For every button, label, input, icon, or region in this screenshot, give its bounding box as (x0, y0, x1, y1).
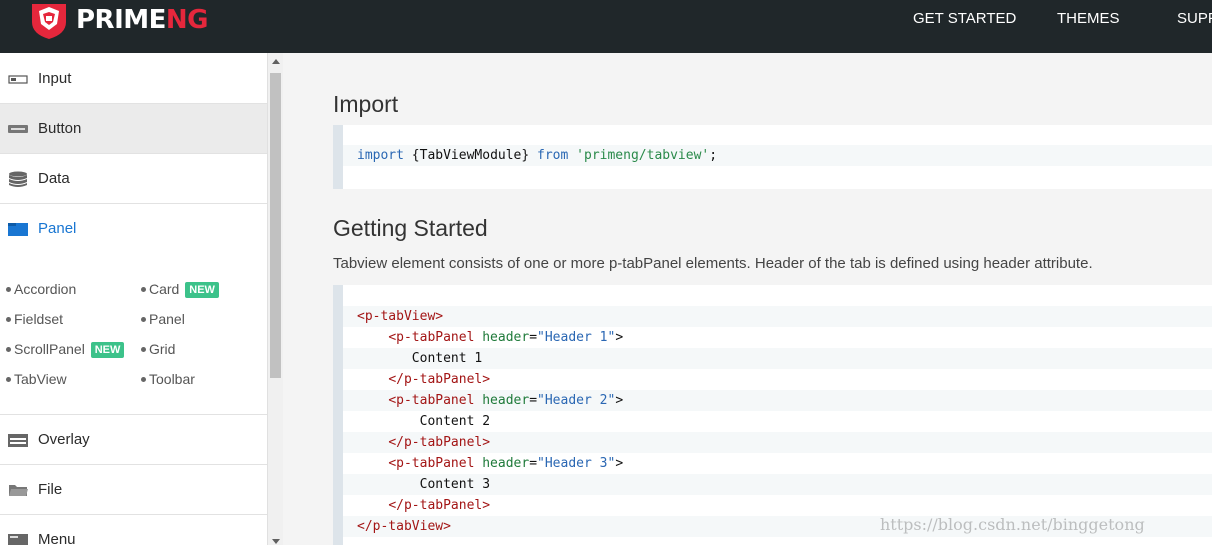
code-line: <p-tabPanel header="Header 3"> (388, 456, 624, 471)
overlay-icon (8, 434, 28, 447)
submenu-label: Accordion (14, 281, 77, 297)
submenu-fieldset[interactable]: Fieldset (6, 311, 63, 327)
description-text: Tabview element consists of one or more … (333, 255, 1093, 272)
code-line: </p-tabPanel> (388, 372, 491, 387)
sidebar-item-input[interactable]: Input (0, 54, 267, 104)
submenu-label: TabView (14, 371, 67, 387)
scroll-down-arrow-icon[interactable] (272, 539, 280, 544)
sidebar-item-label: File (38, 481, 63, 498)
bullet-icon (6, 286, 11, 292)
nav-get-started[interactable]: GET STARTED (913, 10, 1016, 27)
submenu-card[interactable]: Card NEW (141, 281, 219, 298)
sidebar-item-label: Menu (38, 531, 76, 545)
code-line: Content 2 (419, 414, 491, 429)
sidebar-item-button[interactable]: Button (0, 104, 267, 154)
sidebar-scrollbar[interactable] (267, 53, 283, 545)
submenu-panel[interactable]: Panel (141, 311, 185, 327)
database-icon (9, 171, 27, 187)
bullet-icon (141, 376, 146, 382)
bullet-icon (141, 346, 146, 352)
submenu-label: Grid (149, 341, 176, 357)
submenu-label: Panel (149, 311, 185, 327)
sidebar-item-data[interactable]: Data (0, 154, 267, 204)
sidebar-item-label: Overlay (38, 431, 90, 448)
sidebar-item-label: Panel (38, 220, 77, 237)
sidebar-item-label: Button (38, 120, 82, 137)
import-code-block: import {TabViewModule} from 'primeng/tab… (333, 125, 1212, 189)
getting-started-heading: Getting Started (333, 215, 488, 241)
menu-icon (8, 534, 28, 545)
tabview-code-block: <p-tabView> <p-tabPanel header="Header 1… (333, 285, 1212, 545)
sidebar-item-label: Input (38, 70, 72, 87)
submenu-scrollpanel[interactable]: ScrollPanel NEW (6, 341, 125, 358)
folder-icon (9, 485, 28, 496)
sidebar-item-menu[interactable]: Menu (0, 515, 267, 545)
nav-support[interactable]: SUPP (1177, 10, 1212, 27)
submenu-grid[interactable]: Grid (141, 341, 175, 357)
scrollbar-thumb[interactable] (270, 73, 281, 378)
brand-name-accent: NG (165, 5, 209, 35)
top-bar: PRIMENG GET STARTED THEMES SUPP (0, 0, 1212, 53)
submenu-label: Toolbar (149, 371, 195, 387)
code-line: import {TabViewModule} from 'primeng/tab… (343, 145, 1212, 166)
code-line: <p-tabView> (343, 306, 1212, 327)
code-line: </p-tabPanel> (343, 432, 1212, 453)
new-badge: NEW (90, 342, 125, 358)
submenu-label: ScrollPanel (14, 341, 85, 357)
scroll-up-arrow-icon[interactable] (272, 59, 280, 64)
watermark: https://blog.csdn.net/binggetong (880, 515, 1145, 534)
panel-icon (8, 223, 28, 236)
submenu-label: Card (149, 281, 180, 297)
code-line: <p-tabPanel header="Header 1"> (388, 330, 624, 345)
bullet-icon (6, 376, 11, 382)
nav-themes[interactable]: THEMES (1057, 10, 1120, 27)
sidebar-item-label: Data (38, 170, 70, 187)
primeng-logo-icon[interactable] (28, 2, 70, 40)
new-badge: NEW (185, 282, 219, 298)
bullet-icon (6, 316, 11, 322)
main-content: Import import {TabViewModule} from 'prim… (284, 53, 1212, 545)
sidebar-item-panel[interactable]: Panel (0, 204, 267, 254)
submenu-label: Fieldset (14, 311, 64, 327)
submenu-accordion[interactable]: Accordion (6, 281, 76, 297)
sidebar-item-overlay[interactable]: Overlay (0, 415, 267, 465)
code-line: Content 3 (343, 474, 1212, 495)
code-line: </p-tabPanel> (388, 498, 491, 513)
button-icon (8, 125, 28, 133)
code-line: Content 1 (343, 348, 1212, 369)
import-heading: Import (333, 91, 399, 117)
brand-name-primary: PRIME (76, 5, 166, 35)
input-icon (8, 75, 28, 84)
submenu-toolbar[interactable]: Toolbar (141, 371, 195, 387)
bullet-icon (6, 346, 11, 352)
brand-name[interactable]: PRIMENG (76, 5, 209, 35)
code-line: <p-tabPanel header="Header 2"> (343, 390, 1212, 411)
sidebar: Input Button Data Panel Accordion Card N… (0, 53, 267, 545)
bullet-icon (141, 286, 146, 292)
submenu-tabview[interactable]: TabView (6, 371, 67, 387)
bullet-icon (141, 316, 146, 322)
sidebar-item-file[interactable]: File (0, 465, 267, 515)
